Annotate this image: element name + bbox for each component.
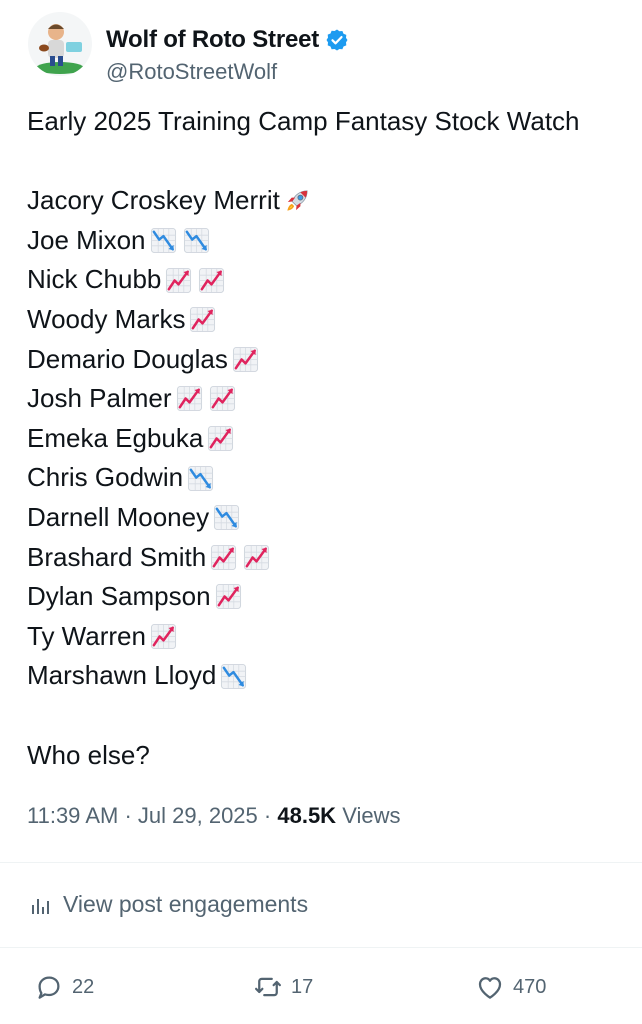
display-name[interactable]: Wolf of Roto Street bbox=[106, 26, 319, 54]
verified-badge-icon bbox=[326, 29, 348, 51]
player-name: Darnell Mooney bbox=[27, 501, 210, 532]
heart-icon bbox=[478, 977, 502, 999]
player-line: Woody Marks bbox=[27, 300, 637, 340]
bar-chart-icon bbox=[32, 898, 49, 914]
meta-separator: · bbox=[124, 803, 132, 828]
player-line: Emeka Egbuka bbox=[27, 419, 637, 459]
divider bbox=[0, 947, 642, 948]
chart-decreasing-icon bbox=[213, 504, 240, 531]
reply-icon bbox=[38, 976, 60, 999]
post-time[interactable]: 11:39 AM bbox=[27, 803, 118, 828]
view-engagements-link[interactable]: View post engagements bbox=[29, 891, 308, 918]
reply-count: 22 bbox=[72, 975, 95, 998]
player-line: Ty Warren bbox=[27, 617, 637, 657]
chart-increasing-icon bbox=[210, 544, 237, 571]
post-meta: 11:39 AM · Jul 29, 2025 · 48.5K Views bbox=[27, 803, 401, 829]
view-engagements-label: View post engagements bbox=[63, 891, 309, 917]
closing-text: Who else? bbox=[27, 739, 150, 770]
like-button[interactable]: 470 bbox=[475, 972, 546, 1002]
post-body: Early 2025 Training Camp Fantasy Stock W… bbox=[27, 102, 637, 775]
player-name: Marshawn Lloyd bbox=[27, 660, 217, 691]
player-line: Chris Godwin bbox=[27, 458, 637, 498]
player-line: Marshawn Lloyd bbox=[27, 656, 637, 696]
divider bbox=[0, 862, 642, 863]
reply-button[interactable]: 22 bbox=[34, 972, 94, 1002]
player-line: Darnell Mooney bbox=[27, 498, 637, 538]
repost-icon bbox=[255, 977, 281, 997]
chart-decreasing-icon bbox=[150, 227, 177, 254]
player-name: Brashard Smith bbox=[27, 541, 207, 572]
player-name: Joe Mixon bbox=[27, 224, 146, 255]
player-line: Jacory Croskey Merrit bbox=[27, 181, 637, 221]
avatar[interactable] bbox=[28, 12, 92, 76]
chart-increasing-icon bbox=[150, 623, 177, 650]
player-name: Dylan Sampson bbox=[27, 581, 211, 612]
player-name: Jacory Croskey Merrit bbox=[27, 185, 280, 216]
views-count: 48.5K bbox=[277, 803, 337, 828]
player-line: Demario Douglas bbox=[27, 340, 637, 380]
player-line: Josh Palmer bbox=[27, 379, 637, 419]
user-handle[interactable]: @RotoStreetWolf bbox=[106, 59, 277, 85]
chart-increasing-icon bbox=[189, 306, 216, 333]
chart-increasing-icon bbox=[243, 544, 270, 571]
post-title: Early 2025 Training Camp Fantasy Stock W… bbox=[27, 106, 580, 136]
chart-increasing-icon bbox=[165, 267, 192, 294]
chart-decreasing-icon bbox=[220, 663, 247, 690]
player-name: Chris Godwin bbox=[27, 462, 184, 493]
chart-increasing-icon bbox=[176, 385, 203, 412]
like-count: 470 bbox=[513, 975, 547, 998]
repost-count: 17 bbox=[291, 975, 314, 998]
player-line: Dylan Sampson bbox=[27, 577, 637, 617]
rocket-icon bbox=[284, 187, 311, 214]
player-name: Emeka Egbuka bbox=[27, 422, 204, 453]
cartoon-football-player-avatar-icon bbox=[36, 24, 84, 74]
views-label: Views bbox=[342, 803, 401, 828]
player-name: Demario Douglas bbox=[27, 343, 228, 374]
action-bar: 22 17 470 bbox=[0, 972, 642, 1006]
post-date[interactable]: Jul 29, 2025 bbox=[138, 803, 258, 828]
player-line: Brashard Smith bbox=[27, 538, 637, 578]
post-header: Wolf of Roto Street @RotoStreetWolf bbox=[28, 12, 628, 85]
player-line: Nick Chubb bbox=[27, 260, 637, 300]
chart-increasing-icon bbox=[215, 583, 242, 610]
player-name: Woody Marks bbox=[27, 303, 186, 334]
chart-increasing-icon bbox=[209, 385, 236, 412]
repost-button[interactable]: 17 bbox=[253, 972, 313, 1002]
chart-increasing-icon bbox=[232, 346, 259, 373]
player-name: Nick Chubb bbox=[27, 264, 162, 295]
player-list: Jacory Croskey Merrit Joe Mixon Nick Chubb… bbox=[27, 181, 637, 696]
player-line: Joe Mixon bbox=[27, 221, 637, 261]
meta-separator: · bbox=[263, 803, 272, 828]
chart-increasing-icon bbox=[198, 267, 225, 294]
chart-increasing-icon bbox=[207, 425, 234, 452]
chart-decreasing-icon bbox=[187, 465, 214, 492]
player-name: Ty Warren bbox=[27, 620, 146, 651]
player-name: Josh Palmer bbox=[27, 383, 172, 414]
chart-decreasing-icon bbox=[183, 227, 210, 254]
